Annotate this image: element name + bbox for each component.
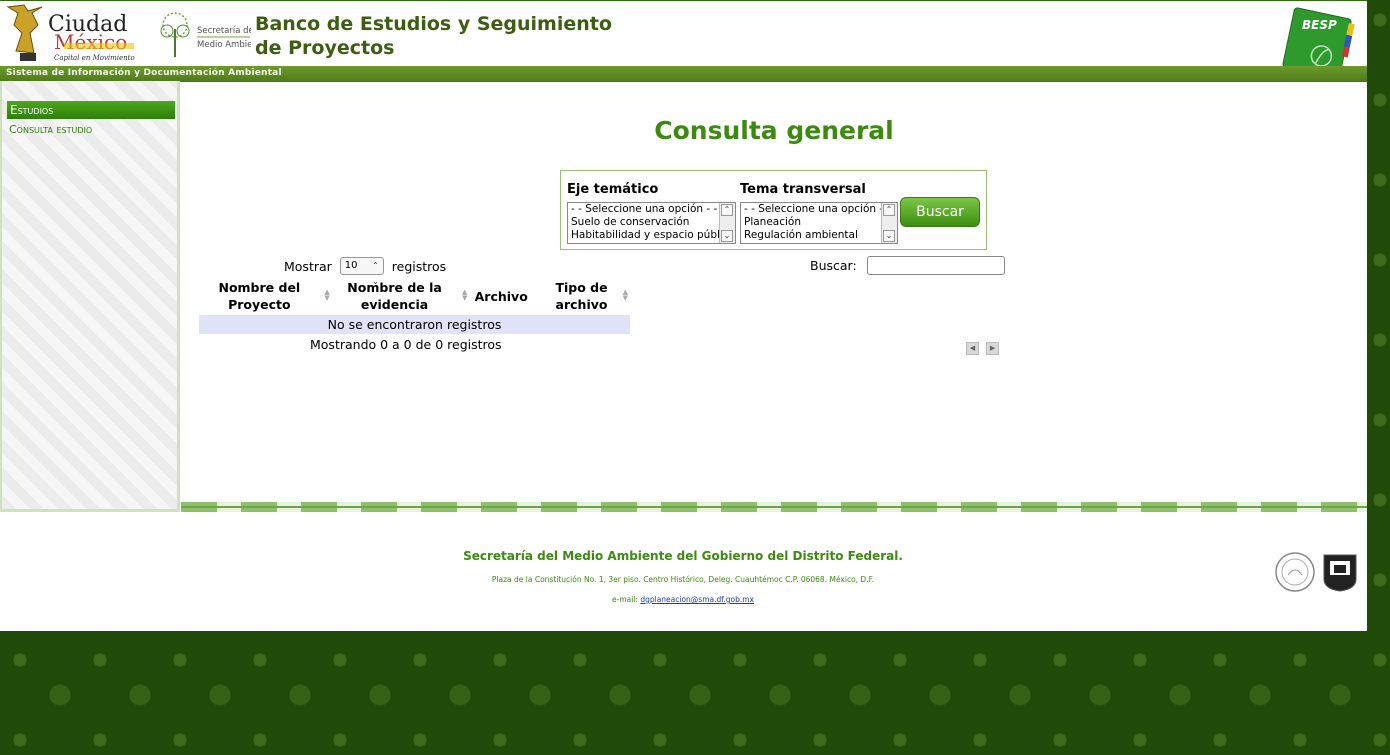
previous-page-icon[interactable]: ◀ — [966, 342, 979, 355]
sidebar: Estudios Consulta estudio — [0, 81, 180, 512]
eje-tematico-listbox[interactable]: - - Seleccione una opción - - Suelo de c… — [567, 202, 736, 244]
listbox-scrollbar[interactable]: ⌃ ⌄ — [719, 203, 735, 243]
site-title: Banco de Estudios y Seguimiento de Proye… — [255, 13, 612, 59]
sort-icon: ▲ ▼ — [462, 288, 468, 302]
column-header-label: Nombre de la evidencia — [347, 280, 442, 312]
footer-divider-line — [181, 506, 1367, 508]
listbox-option[interactable]: Regulación ambiental — [741, 229, 897, 242]
listbox-option[interactable]: - - Seleccione una opción - - — [568, 203, 735, 216]
table-search-input[interactable] — [866, 256, 1005, 275]
page-length-value: 10 — [344, 260, 358, 271]
listbox-option[interactable]: Suelo de conservación — [568, 216, 735, 229]
city-seal-icon — [1275, 552, 1315, 592]
listbox-option[interactable]: - - Seleccione una opción - - — [741, 203, 897, 216]
listbox-option[interactable]: Planeación — [741, 216, 897, 229]
listbox-scrollbar[interactable]: ⌃ ⌄ — [881, 203, 897, 243]
scroll-down-icon[interactable]: ⌄ — [721, 230, 733, 242]
svg-text:México: México — [54, 30, 127, 54]
column-header-label: Tipo de archivo — [555, 280, 608, 312]
length-prefix-label: Mostrar — [284, 258, 332, 274]
scroll-up-icon[interactable]: ⌃ — [721, 204, 733, 216]
footer-address: Plaza de la Constitución No. 1, 3er piso… — [491, 575, 875, 584]
table-search: Buscar: — [810, 256, 1005, 275]
next-page-icon[interactable]: ▶ — [986, 342, 1000, 355]
page: Ciudad México Capital en Movimiento Secr… — [0, 0, 1367, 631]
listbox-option[interactable]: Habitabilidad y espacio público — [568, 229, 735, 242]
sidebar-item-consulta-estudio[interactable]: Consulta estudio — [9, 123, 92, 136]
header: Ciudad México Capital en Movimiento Secr… — [0, 0, 1367, 82]
table-info: Mostrando 0 a 0 de 0 registros — [310, 337, 502, 352]
footer-email-label: e-mail: — [612, 595, 638, 604]
column-header-tipo-archivo[interactable]: Tipo de archivo ▲ ▼ — [545, 277, 630, 315]
page-length-control: Mostrar 10 ⌃ ⌄ registros — [284, 257, 447, 286]
besp-logo-text: BESP — [1302, 18, 1337, 32]
page-title: Consulta general — [654, 116, 894, 145]
column-header-archivo[interactable]: Archivo — [469, 277, 545, 315]
eje-tematico-label: Eje temático — [567, 182, 659, 197]
length-suffix-label: registros — [391, 258, 447, 274]
footer-organization: Secretaría del Medio Ambiente del Gobier… — [463, 549, 903, 563]
footer-email-link[interactable]: dgplaneacion@sma.df.gob.mx — [640, 595, 754, 604]
sma-logo: Secretaría del Medio Ambiente — [160, 12, 251, 57]
svg-text:Capital en Movimiento: Capital en Movimiento — [54, 54, 135, 62]
scroll-down-icon[interactable]: ⌄ — [883, 230, 895, 242]
column-header-label: Archivo — [474, 288, 528, 304]
sort-icon: ▲ ▼ — [622, 288, 628, 302]
scroll-up-icon[interactable]: ⌃ — [883, 204, 895, 216]
buscar-button[interactable]: Buscar — [900, 197, 980, 227]
filter-panel: Eje temático - - Seleccione una opción -… — [560, 170, 987, 250]
table-header-row: Nombre del Proyecto ▲ ▼ Nombre de la evid… — [199, 277, 630, 315]
sidebar-section-estudios: Estudios — [7, 101, 175, 119]
svg-text:Medio Ambiente: Medio Ambiente — [197, 40, 251, 50]
footer-email: e-mail: dgplaneacion@sma.df.gob.mx — [340, 595, 1026, 604]
table-search-label: Buscar: — [810, 258, 857, 273]
results-table: Nombre del Proyecto ▲ ▼ Nombre de la evid… — [199, 277, 630, 334]
sort-icon: ▲ ▼ — [324, 288, 330, 302]
column-header-nombre-proyecto[interactable]: Nombre del Proyecto ▲ ▼ — [199, 277, 332, 315]
coat-of-arms-icon — [1323, 554, 1357, 592]
svg-text:Secretaría del: Secretaría del — [197, 26, 251, 36]
empty-table-message: No se encontraron registros — [199, 315, 630, 334]
table-row: No se encontraron registros — [199, 315, 630, 334]
subtitle-bar-text: Sistema de Información y Documentación A… — [6, 68, 282, 78]
tema-transversal-listbox[interactable]: - - Seleccione una opción - - Planeación… — [740, 202, 898, 244]
pagination: ◀ ▶ — [964, 335, 1000, 355]
tema-transversal-label: Tema transversal — [740, 182, 866, 197]
column-header-label: Nombre del Proyecto — [218, 280, 301, 312]
column-header-nombre-evidencia[interactable]: Nombre de la evidencia ▲ ▼ — [332, 277, 470, 315]
subtitle-bar: Sistema de Información y Documentación A… — [0, 66, 1367, 82]
page-length-select[interactable]: 10 ⌃ ⌄ — [339, 257, 384, 286]
ciudad-mexico-logo: Ciudad México Capital en Movimiento — [6, 4, 135, 62]
